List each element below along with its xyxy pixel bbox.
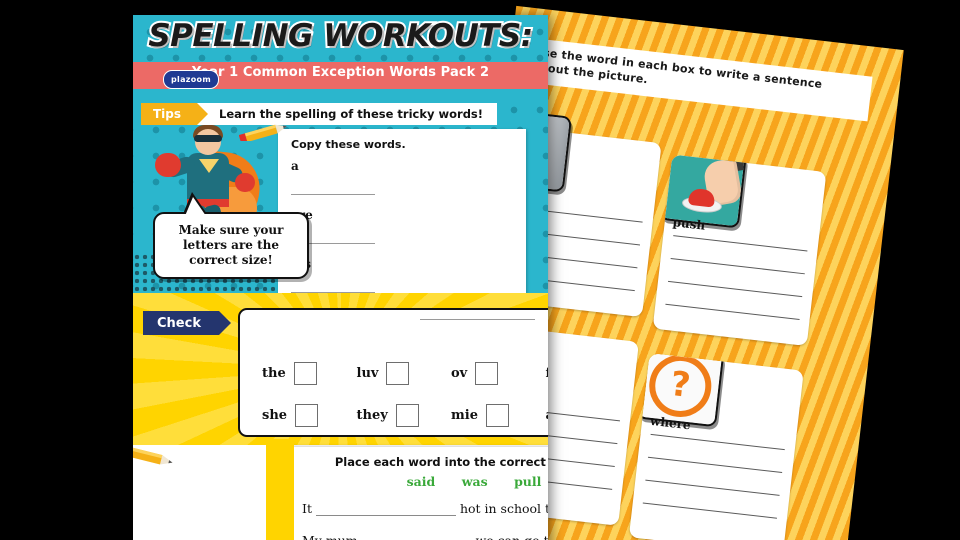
check-word: they [356,407,388,423]
bubble-line-3: correct size! [189,253,273,267]
page-title: SPELLING WORKOUTS: [146,18,535,54]
back-instruction-text: Use the word in each box to write a sent… [521,37,873,122]
tips-tab: Tips [141,103,209,125]
sentence-card-front[interactable]: Place each word into the correct sentenc… [288,447,548,540]
check-item[interactable]: friend [546,362,549,385]
check-row: she they mie arsk [262,394,548,436]
writing-lines [640,412,788,540]
tips-text: Learn the spelling of these tricky words… [197,103,498,125]
bubble-line-2: letters are the [183,238,279,252]
logo-text: plazoom [171,75,211,84]
copy-word-row[interactable]: a [291,159,404,208]
word-bank: said was pull [288,473,548,491]
check-word: arsk [546,408,549,423]
check-word: she [262,407,288,423]
copy-word: a [291,159,299,173]
word-bank-item[interactable]: pull [514,474,541,489]
check-tab: Check [143,311,231,335]
checkbox [293,361,317,385]
sentence-row[interactable]: It hot in school today. [302,501,548,516]
tips-tab-label: Tips [153,107,182,121]
word-bank-item[interactable]: was [462,474,488,489]
check-item[interactable]: arsk [546,404,549,427]
check-tab-label: Check [157,315,201,331]
sentence-blank[interactable] [315,502,456,516]
check-word: luv [356,365,379,381]
yellow-left-strip [266,439,294,540]
check-rows: the luv ov friend she [262,352,548,436]
check-row: the luv ov friend [262,352,548,394]
question-mark-picture: ? [636,353,725,428]
sentence-before: It [302,501,312,516]
front-worksheet-page[interactable]: SPELLING WORKOUTS: Year 1 Common Excepti… [133,15,548,540]
plazoom-logo[interactable]: plazoom [163,70,219,89]
check-item[interactable]: she [262,403,357,427]
bubble-line-1: Make sure your [178,223,284,237]
copy-instruction: Copy these words. [291,138,406,151]
check-item[interactable]: luv [356,361,452,385]
tips-bar: Tips Learn the spelling of these tricky … [141,103,498,125]
check-word: mie [451,407,478,423]
check-item[interactable]: mie [451,403,546,427]
copy-words-card[interactable]: Copy these words. a are his do [278,129,526,440]
word-bank-item[interactable]: said [407,474,436,489]
check-card[interactable]: ✓ ✕ the luv ov friend [238,308,548,437]
check-item[interactable]: the [262,361,357,385]
check-word: the [262,365,286,381]
pencil-icon [133,447,173,465]
title-wrapper: SPELLING WORKOUTS: [133,18,548,54]
checkbox [395,403,419,427]
checkbox [475,361,499,385]
writing-lines [663,213,810,337]
sentence-before: My mum [302,533,358,540]
checkbox [485,403,509,427]
screenshot-stage: Use the word in each box to write a sent… [0,0,960,540]
check-item[interactable]: ov [451,361,546,385]
sentence-card[interactable]: push [652,154,827,346]
checkbox [386,361,410,385]
sentence-instruction: Place each word into the correct sentenc… [334,455,548,469]
sentence-after: we can go to the park. [476,533,548,540]
speech-bubble: Make sure your letters are the correct s… [153,192,309,279]
sentence-row[interactable]: My mum we can go to the park. [302,533,548,540]
checkbox [295,403,319,427]
check-word: ov [451,365,468,381]
check-word: friend [546,366,549,381]
pencil-icon [239,124,287,141]
sentence-card[interactable]: ? where [628,353,804,540]
sentence-blank[interactable] [362,534,472,540]
push-button-picture [658,154,747,229]
check-item[interactable]: they [356,403,452,427]
sentence-after: hot in school today. [459,501,548,516]
check-top-line [420,319,535,320]
